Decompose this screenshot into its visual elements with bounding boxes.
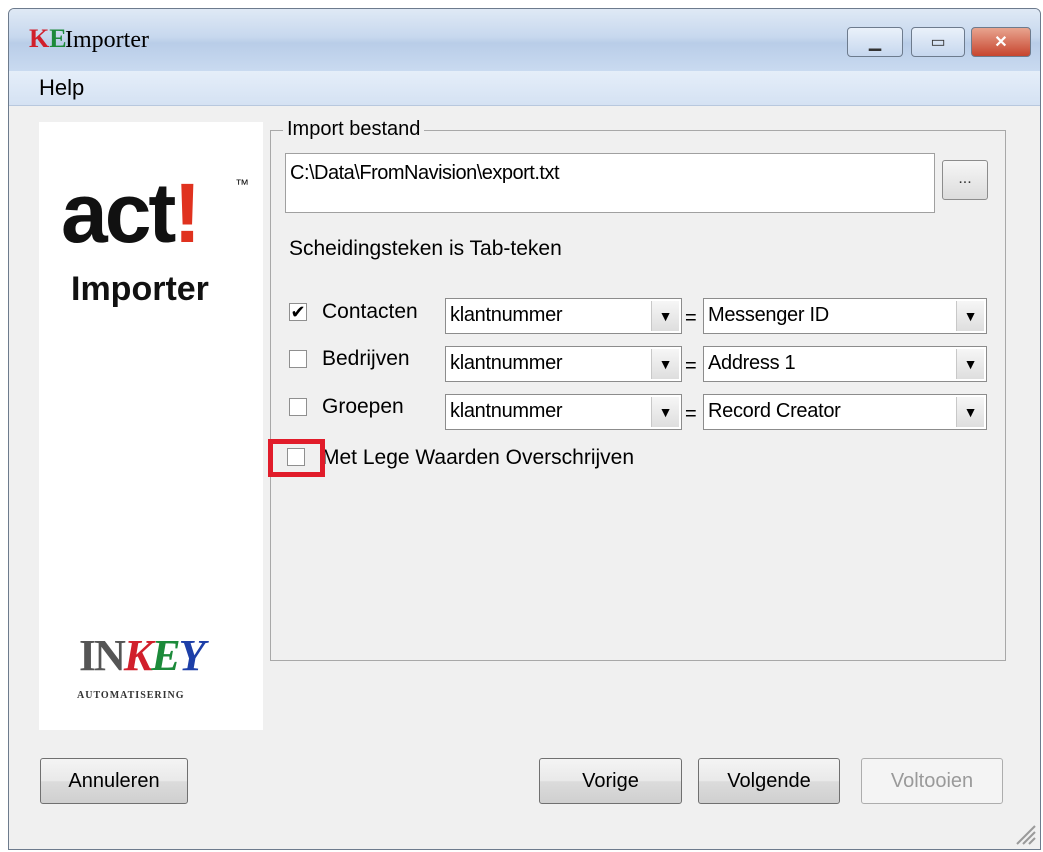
inkey-logo-e: E (151, 631, 180, 680)
contacten-act-field-value: Messenger ID (708, 304, 829, 326)
highlight-box (268, 439, 325, 477)
equals-sign: = (685, 307, 697, 329)
title-bar: KE Importer ▁ ▭ ✕ (9, 9, 1040, 71)
close-icon: ✕ (994, 34, 1008, 51)
act-logo: act! (61, 166, 201, 260)
chevron-down-icon[interactable]: ▼ (956, 397, 984, 427)
app-icon: KE (29, 24, 67, 53)
minimize-button[interactable]: ▁ (847, 27, 903, 57)
act-subtitle: Importer (71, 270, 209, 308)
maximize-icon: ▭ (930, 34, 946, 51)
chevron-down-icon[interactable]: ▼ (956, 349, 984, 379)
cancel-button[interactable]: Annuleren (40, 758, 188, 804)
bedrijven-field-value: klantnummer (450, 352, 563, 374)
minimize-icon: ▁ (868, 34, 882, 51)
previous-button[interactable]: Vorige (539, 758, 682, 804)
bedrijven-checkbox[interactable] (289, 350, 307, 368)
bedrijven-act-field-select[interactable]: Address 1 ▼ (703, 346, 987, 382)
inkey-logo-y: Y (178, 631, 206, 680)
close-button[interactable]: ✕ (971, 27, 1031, 57)
inkey-logo-k: K (123, 631, 153, 680)
maximize-button[interactable]: ▭ (911, 27, 965, 57)
browse-button[interactable]: ... (942, 160, 988, 200)
act-trademark: ™ (235, 176, 249, 192)
bedrijven-act-field-value: Address 1 (708, 352, 796, 374)
equals-sign: = (685, 403, 697, 425)
contacten-checkbox[interactable]: ✔ (289, 303, 307, 321)
resize-grip-icon[interactable] (1009, 818, 1037, 846)
inkey-subtitle: AUTOMATISERING (77, 690, 185, 701)
overwrite-label: Met Lege Waarden Overschrijven (322, 446, 635, 469)
next-button[interactable]: Volgende (698, 758, 840, 804)
chevron-down-icon[interactable]: ▼ (651, 349, 679, 379)
act-logo-text: act (61, 166, 176, 260)
separator-text: Scheidingsteken is Tab-teken (289, 237, 562, 260)
logo-panel: act! ™ Importer INKEY AUTOMATISERING (39, 122, 263, 730)
groepen-field-select[interactable]: klantnummer ▼ (445, 394, 682, 430)
groepen-field-value: klantnummer (450, 400, 563, 422)
bedrijven-label: Bedrijven (322, 347, 410, 370)
groepen-label: Groepen (322, 395, 404, 418)
groepen-act-field-select[interactable]: Record Creator ▼ (703, 394, 987, 430)
groepen-act-field-value: Record Creator (708, 400, 841, 422)
window-title: Importer (65, 27, 149, 53)
contacten-field-value: klantnummer (450, 304, 563, 326)
chevron-down-icon[interactable]: ▼ (651, 397, 679, 427)
menu-bar: Help (9, 71, 1040, 106)
bedrijven-field-select[interactable]: klantnummer ▼ (445, 346, 682, 382)
act-logo-bang: ! (173, 166, 201, 260)
inkey-logo: INKEY (79, 630, 206, 681)
finish-button: Voltooien (861, 758, 1003, 804)
import-group-label: Import bestand (283, 118, 425, 141)
contacten-act-field-select[interactable]: Messenger ID ▼ (703, 298, 987, 334)
equals-sign: = (685, 355, 697, 377)
chevron-down-icon[interactable]: ▼ (651, 301, 679, 331)
file-path-field[interactable]: C:\Data\FromNavision\export.txt (285, 153, 935, 213)
chevron-down-icon[interactable]: ▼ (956, 301, 984, 331)
inkey-logo-in: IN (79, 631, 126, 680)
contacten-field-select[interactable]: klantnummer ▼ (445, 298, 682, 334)
groepen-checkbox[interactable] (289, 398, 307, 416)
contacten-label: Contacten (322, 300, 418, 323)
menu-help[interactable]: Help (39, 75, 84, 101)
